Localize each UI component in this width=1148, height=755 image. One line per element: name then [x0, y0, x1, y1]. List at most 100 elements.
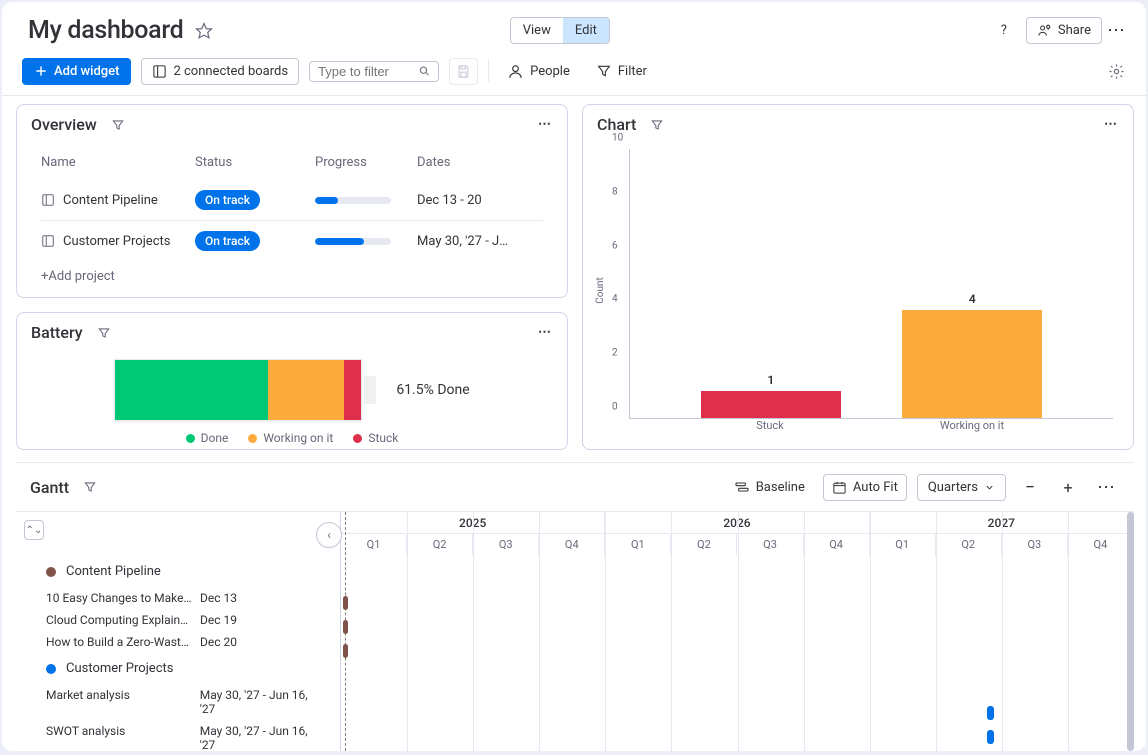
y-tick: 8 [612, 186, 618, 197]
board-icon [41, 234, 55, 248]
legend-item: Working on it [248, 431, 333, 445]
share-label: Share [1058, 23, 1091, 38]
add-project-button[interactable]: +Add project [41, 261, 543, 284]
add-widget-button[interactable]: Add widget [22, 58, 131, 85]
more-options-icon[interactable]: ⋯ [1102, 17, 1130, 45]
y-tick: 6 [612, 240, 618, 251]
save-filter-button[interactable] [449, 58, 478, 85]
gantt-item[interactable]: How to Build a Zero-Waste Ki…Dec 20 [16, 631, 340, 653]
gantt-group[interactable]: Customer Projects [16, 653, 340, 684]
battery-widget: Battery ⋯ 61.5% Done Done Working on it St… [16, 312, 568, 450]
gantt-bar[interactable] [343, 620, 348, 634]
chart-more-icon[interactable]: ⋯ [1104, 117, 1119, 132]
gantt-quarter: Q1 [341, 534, 407, 556]
battery-filter-icon[interactable] [97, 326, 111, 340]
battery-segment [115, 360, 268, 420]
gantt-group[interactable]: Content Pipeline [16, 556, 340, 587]
battery-bar [114, 359, 362, 421]
gantt-bar[interactable] [343, 596, 348, 610]
gantt-quarter: Q3 [737, 534, 803, 556]
gantt-quarter: Q1 [870, 534, 936, 556]
gantt-quarter: Q2 [407, 534, 473, 556]
gantt-bar[interactable] [987, 706, 994, 720]
view-edit-toggle[interactable]: View Edit [510, 17, 610, 44]
gantt-quarter: Q2 [936, 534, 1002, 556]
battery-segment [344, 360, 361, 420]
zoom-out-icon[interactable]: − [1016, 473, 1044, 501]
search-input[interactable] [318, 64, 418, 79]
row-dates: Dec 13 - 20 [417, 193, 543, 208]
favorite-star-icon[interactable] [195, 22, 213, 40]
people-filter-button[interactable]: People [499, 58, 578, 85]
chart-axis: 14 0246810 [629, 149, 1113, 419]
row-dates: May 30, '27 - J… [417, 234, 543, 249]
legend-item: Stuck [353, 431, 398, 445]
gantt-filter-icon[interactable] [83, 480, 97, 494]
people-label: People [530, 64, 570, 79]
gantt-item[interactable]: 10 Easy Changes to Make You…Dec 13 [16, 587, 340, 609]
chart-title: Chart [597, 115, 636, 134]
row-name: Customer Projects [63, 234, 170, 249]
battery-title: Battery [31, 323, 83, 342]
page-title: My dashboard [28, 16, 183, 45]
x-tick: Stuck [690, 419, 850, 432]
connected-boards-label: 2 connected boards [173, 64, 288, 79]
gantt-item[interactable]: Cloud Computing Explained: …Dec 19 [16, 609, 340, 631]
chart-ylabel: Count [595, 277, 606, 304]
overview-more-icon[interactable]: ⋯ [538, 117, 553, 132]
collapse-panel-icon[interactable]: ‹ [316, 522, 342, 548]
battery-segment [268, 360, 344, 420]
y-tick: 4 [612, 294, 618, 305]
status-badge: On track [195, 190, 260, 210]
gantt-quarter: Q3 [473, 534, 539, 556]
gantt-quarter: Q3 [1002, 534, 1068, 556]
baseline-button[interactable]: Baseline [726, 474, 813, 500]
view-mode-button[interactable]: View [511, 18, 563, 43]
vertical-scrollbar[interactable] [1127, 512, 1134, 751]
settings-gear-icon[interactable] [1102, 57, 1130, 85]
status-badge: On track [195, 231, 260, 251]
row-name: Content Pipeline [63, 193, 158, 208]
edit-mode-button[interactable]: Edit [563, 18, 609, 43]
gantt-bar[interactable] [987, 730, 994, 744]
filter-label: Filter [618, 64, 647, 79]
gantt-more-icon[interactable]: ⋯ [1092, 473, 1120, 501]
filter-button[interactable]: Filter [588, 58, 655, 84]
gantt-quarter: Q2 [671, 534, 737, 556]
gantt-item[interactable]: Market analysisMay 30, '27 - Jun 16, '27 [16, 684, 340, 720]
connected-boards-button[interactable]: 2 connected boards [141, 58, 299, 85]
overview-row[interactable]: Customer Projects On track May 30, '27 -… [41, 221, 543, 261]
y-tick: 10 [612, 133, 623, 144]
gantt-quarter: Q4 [539, 534, 605, 556]
gantt-item[interactable]: SWOT analysisMay 30, '27 - Jun 16, '27 [16, 720, 340, 751]
battery-percent: 61.5% Done [396, 382, 469, 398]
filter-search[interactable] [309, 61, 439, 82]
board-icon [41, 193, 55, 207]
progress-bar [315, 238, 391, 245]
x-tick: Working on it [892, 419, 1052, 432]
share-button[interactable]: Share [1026, 17, 1102, 44]
y-tick: 2 [612, 348, 618, 359]
overview-widget: Overview ⋯ Name Status Progress Dates Co… [16, 104, 568, 298]
legend-item: Done [186, 431, 229, 445]
overview-title: Overview [31, 115, 97, 134]
help-icon[interactable]: ? [990, 17, 1018, 45]
chart-filter-icon[interactable] [650, 118, 664, 132]
gantt-quarter: Q4 [804, 534, 870, 556]
granularity-select[interactable]: Quarters [917, 474, 1006, 501]
search-icon [418, 64, 430, 78]
chart-bar: 1 [691, 373, 851, 418]
gantt-quarter: Q4 [1068, 534, 1134, 556]
overview-row[interactable]: Content Pipeline On track Dec 13 - 20 [41, 180, 543, 221]
zoom-in-icon[interactable]: + [1054, 473, 1082, 501]
autofit-button[interactable]: Auto Fit [823, 474, 907, 501]
gantt-bar[interactable] [343, 644, 348, 658]
overview-filter-icon[interactable] [111, 118, 125, 132]
overview-columns: Name Status Progress Dates [41, 151, 543, 180]
gantt-title: Gantt [30, 478, 69, 497]
battery-more-icon[interactable]: ⋯ [538, 325, 553, 340]
collapse-all-icon[interactable]: ⌃⌄ [24, 520, 44, 540]
progress-bar [315, 197, 391, 204]
gantt-widget: Gantt Baseline Auto Fit Quarters [16, 462, 1134, 751]
gantt-quarter: Q1 [605, 534, 671, 556]
